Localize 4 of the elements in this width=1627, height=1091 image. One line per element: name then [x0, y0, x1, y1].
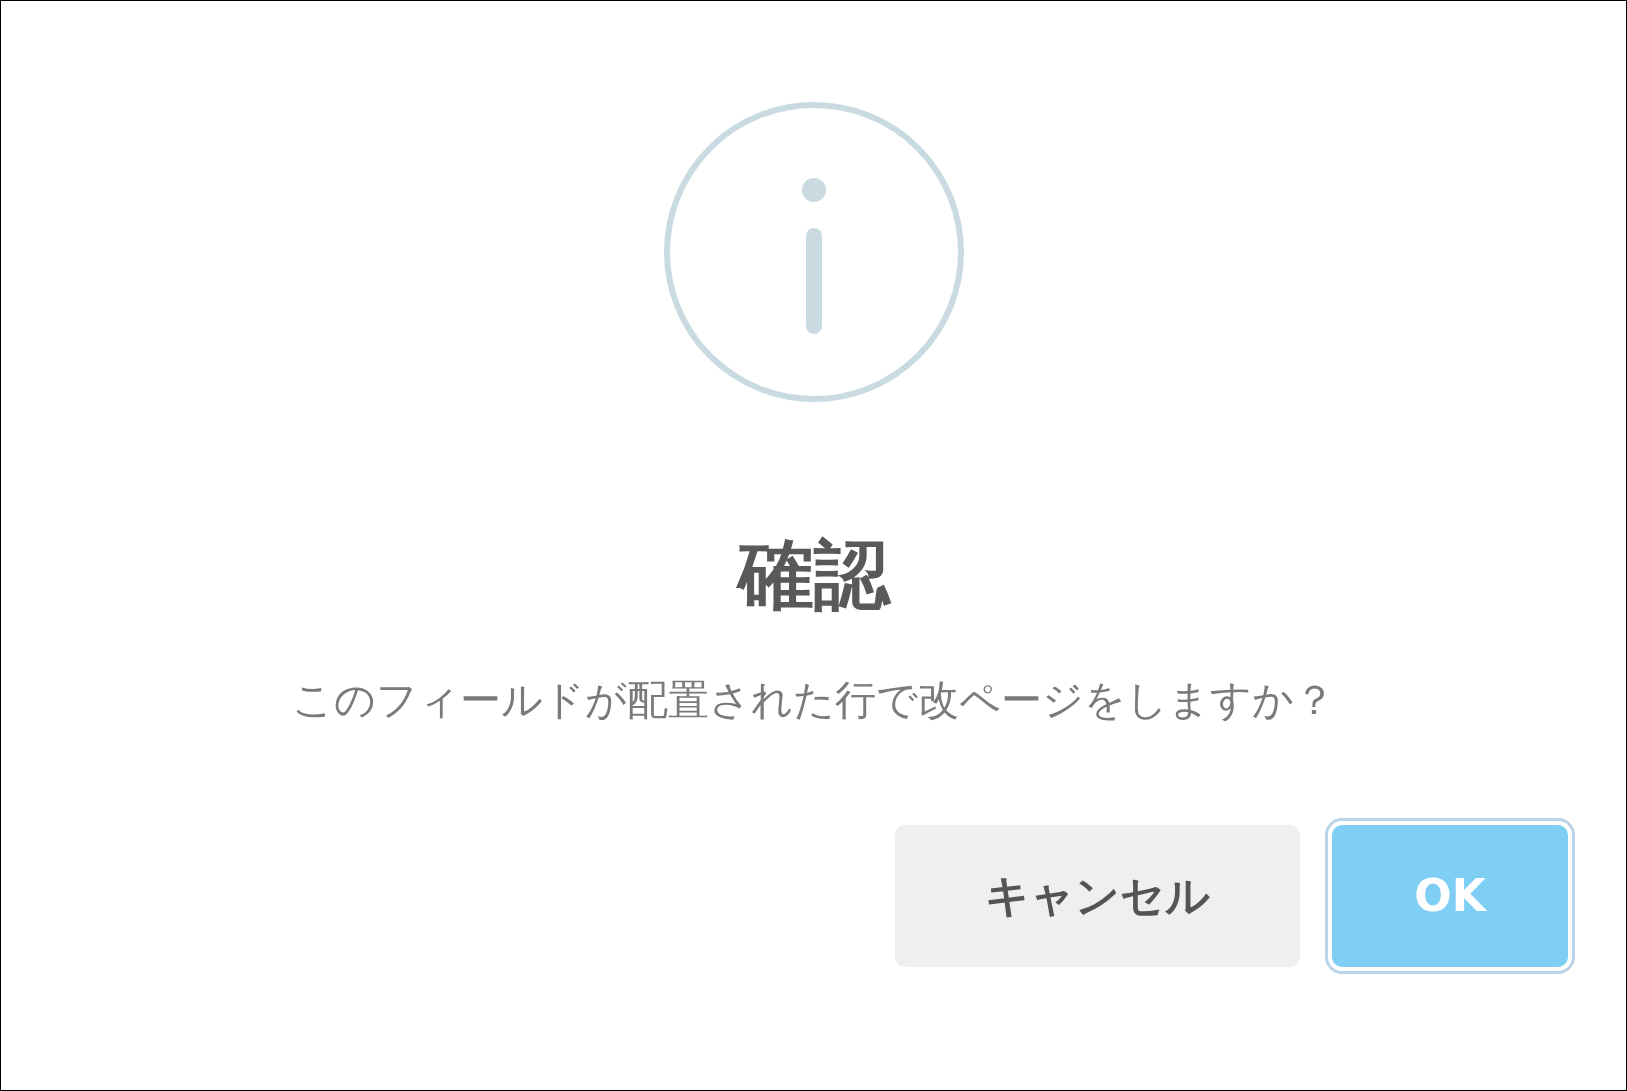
dialog-title: 確認: [737, 529, 890, 621]
dialog-message: このフィールドが配置された行で改ページをしますか？: [292, 676, 1335, 726]
cancel-button[interactable]: キャンセル: [895, 825, 1300, 968]
info-icon: [661, 100, 966, 404]
